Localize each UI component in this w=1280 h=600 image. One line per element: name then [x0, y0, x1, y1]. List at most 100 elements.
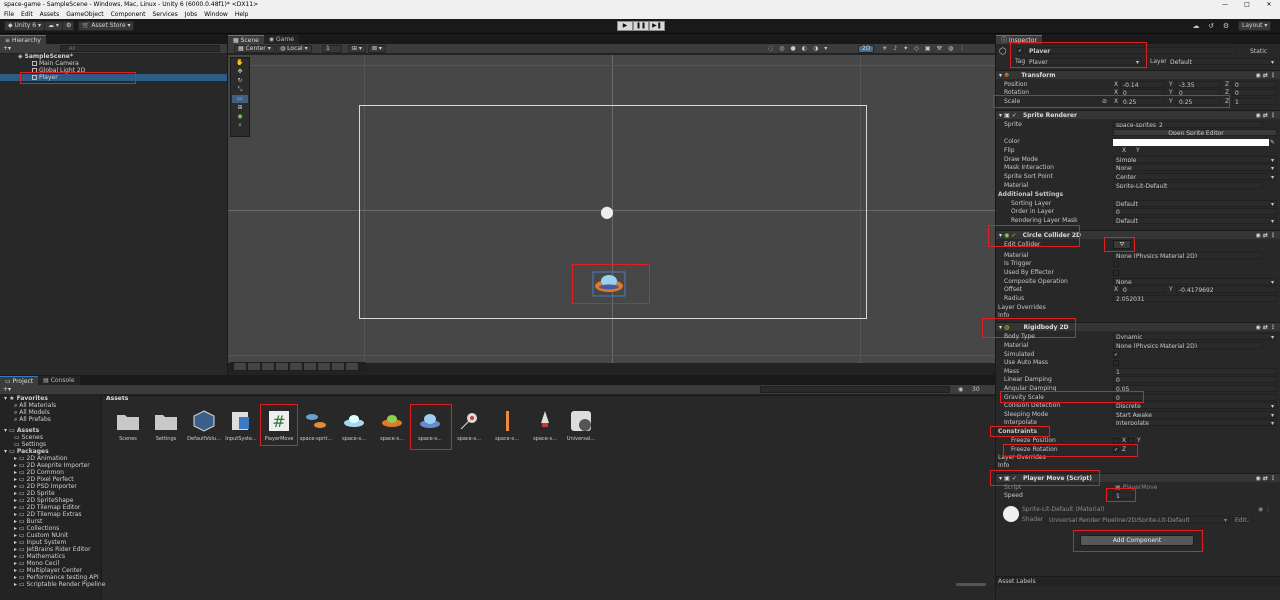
history-icon[interactable]: ↺ — [1206, 21, 1216, 31]
asset-item[interactable]: Scenes — [110, 408, 146, 442]
add-icon[interactable]: +▾ — [3, 45, 11, 52]
rotation-y[interactable]: 0 — [1176, 89, 1220, 96]
list-item[interactable]: Global Light 2D — [0, 67, 227, 74]
space-dropdown[interactable]: ◍ Local ▾ — [276, 45, 312, 53]
gizmos-icon[interactable]: ◍ — [948, 45, 953, 52]
asset-item[interactable]: # PlayerMove — [261, 408, 297, 442]
menu-file[interactable]: File — [4, 10, 14, 19]
sorting-layer-field[interactable]: Default — [1113, 200, 1277, 207]
menu-window[interactable]: Window — [204, 10, 228, 19]
draw-mode-icon[interactable]: ◑ — [813, 45, 818, 52]
breadcrumb[interactable]: Assets — [104, 395, 995, 403]
wire-icon[interactable]: ◎ — [779, 45, 784, 52]
favorites-header[interactable]: ▾ ★ Favorites — [4, 395, 48, 402]
lit-icon[interactable]: ◐ — [802, 45, 807, 52]
asset-item[interactable]: DefaultVolu... — [186, 408, 222, 442]
active-checkbox[interactable]: ✓ — [1017, 48, 1023, 54]
menu-gameobject[interactable]: GameObject — [66, 10, 103, 19]
assets-header[interactable]: ▾ ▭ Assets — [4, 427, 39, 434]
menu-assets[interactable]: Assets — [40, 10, 60, 19]
list-item[interactable]: ▭ Settings — [14, 441, 46, 448]
overlay-icon[interactable] — [290, 363, 302, 370]
asset-item[interactable]: space-s... — [412, 408, 448, 442]
hand-tool-icon[interactable]: ✋ — [232, 59, 248, 67]
player-sprite[interactable] — [591, 270, 627, 298]
collision-detection-field[interactable]: Discrete — [1113, 402, 1277, 409]
component-menu-icon[interactable]: ◉ ⇄ ⋮ — [1256, 231, 1276, 240]
freeze-pos-y-checkbox[interactable] — [1128, 438, 1134, 444]
overlay-icon[interactable] — [276, 363, 288, 370]
add-asset-icon[interactable]: +▾ — [3, 386, 11, 393]
tab-hierarchy[interactable]: ≡ Hierarchy — [0, 35, 46, 44]
gravity-scale-field[interactable]: 0 — [1113, 394, 1277, 401]
scale-y[interactable]: 0.25 — [1176, 98, 1220, 105]
body-type-field[interactable]: Dynamic — [1113, 333, 1277, 340]
flip-y-label[interactable]: Y — [1136, 147, 1140, 154]
render-mode-icon[interactable]: ▾ — [824, 45, 827, 52]
shading-icon[interactable]: ◌ — [768, 45, 773, 52]
scale-tool-icon[interactable]: ⤡ — [232, 86, 248, 94]
freeze-rot-z-checkbox[interactable]: ✓ — [1113, 447, 1119, 453]
component-menu-icon[interactable]: ◉ ⇄ ⋮ — [1256, 323, 1276, 332]
list-item[interactable]: ▸ ▭ 2D Aseprite Importer — [14, 462, 90, 469]
overlay-icon[interactable] — [262, 363, 274, 370]
settings-icon[interactable]: ⚙ — [1221, 21, 1231, 31]
angular-damping-field[interactable]: 0.05 — [1113, 385, 1277, 392]
list-item[interactable]: ▸ ▭ 2D PSD Importer — [14, 483, 77, 490]
2d-toggle[interactable]: 2D — [858, 45, 875, 53]
list-item[interactable]: ▸ ▭ Scriptable Render Pipeline — [14, 581, 105, 588]
more-icon[interactable]: ⋮ — [959, 45, 965, 52]
list-item[interactable]: ▸ ▭ Input System — [14, 539, 66, 546]
play-button[interactable]: ▶ — [617, 21, 633, 31]
used-by-effector-checkbox[interactable] — [1113, 270, 1119, 276]
project-search-input[interactable] — [760, 386, 950, 393]
tab-scene[interactable]: ▦ Scene — [228, 35, 264, 44]
object-name-field[interactable]: Player — [1026, 47, 1236, 54]
interpolate-field[interactable]: Interpolate — [1113, 419, 1277, 426]
hidden-icon[interactable]: ◇ — [914, 45, 919, 52]
list-item[interactable]: Main Camera — [0, 60, 227, 67]
freeze-pos-x-checkbox[interactable] — [1113, 438, 1119, 444]
overlay-icon[interactable] — [346, 363, 358, 370]
increment-dropdown[interactable]: ⊠ ▾ — [368, 45, 386, 53]
list-item[interactable]: ⌕ All Prefabs — [14, 416, 51, 423]
player-move-header[interactable]: ▾ ▣ ✓ Player Move (Script) ◉ ⇄ ⋮ — [996, 473, 1280, 482]
component-menu-icon[interactable]: ◉ ⇄ ⋮ — [1256, 474, 1276, 483]
list-item[interactable]: ▸ ▭ Burst — [14, 518, 42, 525]
camera-icon[interactable]: ▣ — [925, 45, 931, 52]
asset-item[interactable]: space-s... — [451, 408, 487, 442]
asset-labels-bar[interactable]: Asset Labels — [996, 576, 1280, 586]
list-item[interactable]: ▸ ▭ 2D Tilemap Editor — [14, 504, 80, 511]
hierarchy-search-input[interactable] — [60, 45, 220, 52]
layer-dropdown[interactable]: Default — [1167, 58, 1277, 65]
eyedropper-icon[interactable]: ✎ — [1270, 139, 1275, 146]
simulated-checkbox[interactable]: ✓ — [1113, 352, 1119, 358]
zoom-slider[interactable] — [956, 583, 986, 586]
sleeping-mode-field[interactable]: Start Awake — [1113, 411, 1277, 418]
overlay-icon[interactable] — [304, 363, 316, 370]
menu-services[interactable]: Services — [152, 10, 177, 19]
list-item-selected[interactable]: Player — [0, 74, 227, 81]
mask-interaction-field[interactable]: None — [1113, 164, 1277, 171]
account-button[interactable]: ◆ Unity 6 ▾ — [4, 21, 45, 31]
asset-item[interactable]: Universal... — [563, 408, 599, 442]
rendering-layer-mask-field[interactable]: Default — [1113, 217, 1277, 224]
eye-icon[interactable]: ◉ — [958, 386, 963, 393]
list-item[interactable]: ▭ Scenes — [14, 434, 43, 441]
collider-tool-icon[interactable]: ◉ — [232, 113, 248, 121]
list-item[interactable]: ▸ ▭ Multiplayer Center — [14, 567, 82, 574]
minimize-button[interactable]: — — [1214, 0, 1236, 10]
list-item[interactable]: ▸ ▭ Mono Cecil — [14, 560, 59, 567]
overlay-icon[interactable] — [332, 363, 344, 370]
sort-point-field[interactable]: Center — [1113, 173, 1277, 180]
grid-snap-value[interactable]: 1 — [322, 45, 342, 53]
list-item[interactable]: ▸ ▭ JetBrains Rider Editor — [14, 546, 91, 553]
link-icon[interactable]: ⊘ — [1102, 98, 1107, 105]
tab-inspector[interactable]: ⓘ Inspector — [996, 35, 1042, 44]
list-item[interactable]: ▸ ▭ Collections — [14, 525, 59, 532]
scene-row[interactable]: ◈ SampleScene* — [0, 53, 227, 60]
custom-tool-icon[interactable]: ⚡ — [232, 122, 248, 130]
list-item[interactable]: ▸ ▭ Performance testing API — [14, 574, 99, 581]
component-menu-icon[interactable]: ◉ ⇄ ⋮ — [1256, 111, 1276, 120]
transform-tool-icon[interactable]: ⊞ — [232, 104, 248, 112]
